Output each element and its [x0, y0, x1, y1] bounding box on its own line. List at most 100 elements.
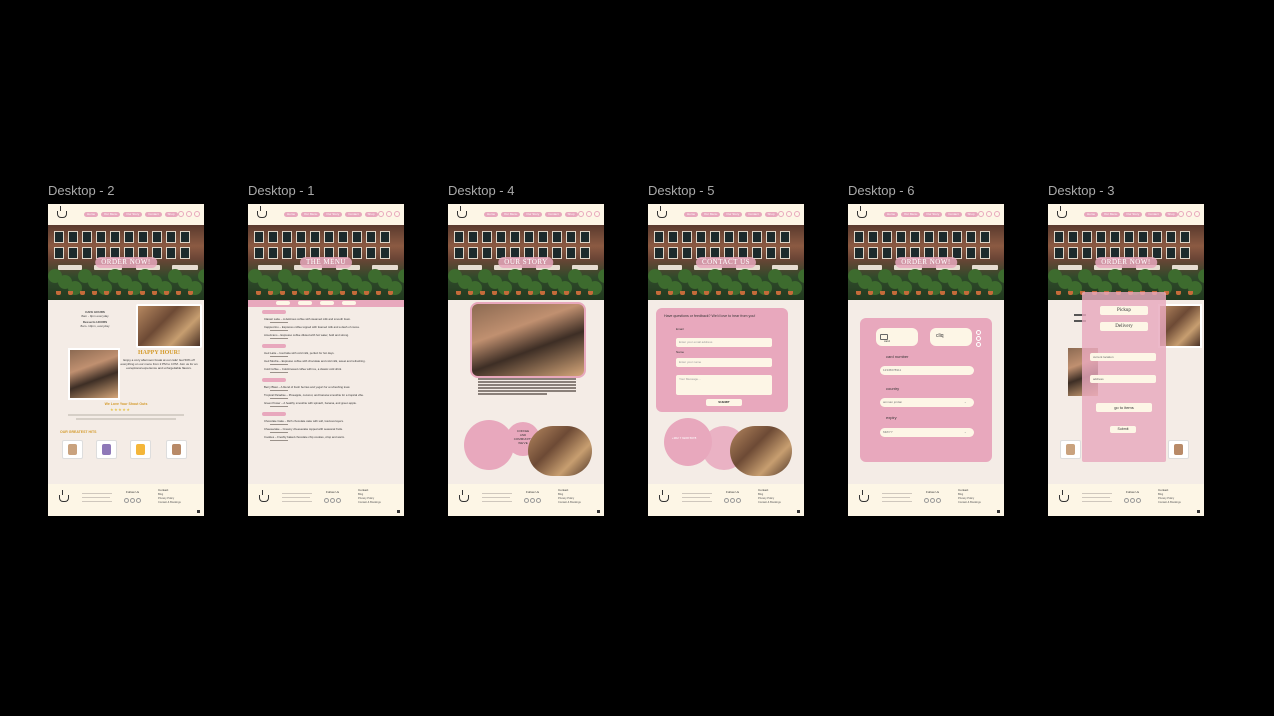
frame-label-desktop-1[interactable]: Desktop - 1 — [248, 183, 314, 198]
cafe-logo-icon[interactable] — [1054, 206, 1068, 222]
submit-button[interactable]: SUBMIT — [706, 399, 742, 406]
menu-tab[interactable] — [342, 301, 356, 305]
nav-pill-our-story[interactable]: Our Story — [523, 212, 543, 217]
menu-item[interactable]: Green Power – A healthy smoothie with sp… — [264, 401, 398, 405]
nav-pill-our-menu[interactable]: Our Menu — [1101, 212, 1121, 217]
footer-link-bookings[interactable]: Contact & Bookings — [1158, 501, 1181, 504]
hero-title[interactable]: ORDER NOW! — [95, 257, 157, 268]
footer-logo-icon[interactable] — [256, 490, 270, 504]
nav-pill-shop[interactable]: Shop — [1164, 212, 1178, 217]
nav-pill-contact[interactable]: Contact — [945, 212, 962, 217]
twitter-icon[interactable] — [336, 498, 341, 503]
product-card[interactable] — [62, 440, 83, 459]
frame-desktop-4[interactable]: Home Our Menu Our Story Contact Shop OUR STOR… — [448, 204, 604, 516]
frame-label-desktop-3[interactable]: Desktop - 3 — [1048, 183, 1114, 198]
scroll-top-icon[interactable] — [797, 510, 800, 513]
frame-desktop-6[interactable]: Home Our Menu Our Story Contact Shop ORDER NO… — [848, 204, 1004, 516]
footer-link-privacy[interactable]: Privacy Policy — [758, 497, 774, 500]
menu-tab[interactable] — [320, 301, 334, 305]
product-card[interactable] — [1060, 440, 1081, 459]
footer-link-blog[interactable]: Blog — [158, 493, 163, 496]
nav-pill-our-menu[interactable]: Our Menu — [301, 212, 321, 217]
user-icon[interactable] — [1194, 211, 1200, 217]
nav-pill-our-menu[interactable]: Our Menu — [101, 212, 121, 217]
scroll-top-icon[interactable] — [1197, 510, 1200, 513]
nav-pill-shop[interactable]: Shop — [164, 212, 178, 217]
facebook-icon[interactable] — [124, 498, 129, 503]
nav-pill-home[interactable]: Home — [284, 212, 299, 217]
menu-tab[interactable] — [276, 301, 290, 305]
go-to-items-button[interactable]: go to items — [1096, 403, 1152, 412]
nav-pill-our-story[interactable]: Our Story — [323, 212, 343, 217]
nav-pill-contact[interactable]: Contact — [345, 212, 362, 217]
facebook-icon[interactable] — [1124, 498, 1129, 503]
instagram-icon[interactable] — [330, 498, 335, 503]
nav-pill-shop[interactable]: Shop — [364, 212, 378, 217]
hero-title[interactable]: OUR STORY — [498, 257, 554, 268]
hero-title[interactable]: CONTACT US — [695, 257, 757, 268]
footer-link-privacy[interactable]: Privacy Policy — [558, 497, 574, 500]
nav-pill-our-menu[interactable]: Our Menu — [501, 212, 521, 217]
footer-link-privacy[interactable]: Privacy Policy — [358, 497, 374, 500]
menu-item[interactable]: Chocolate Cake – Rich chocolate cake wit… — [264, 419, 398, 423]
menu-item[interactable]: Berry Blast – A blend of fresh berries a… — [264, 385, 398, 389]
pay-cliq-option[interactable]: cliq — [930, 328, 972, 346]
search-icon[interactable] — [1178, 211, 1184, 217]
twitter-icon[interactable] — [136, 498, 141, 503]
footer-link-privacy[interactable]: Privacy Policy — [158, 497, 174, 500]
nav-pill-contact[interactable]: Contact — [745, 212, 762, 217]
product-card[interactable] — [96, 440, 117, 459]
footer-link-bookings[interactable]: Contact & Bookings — [358, 501, 381, 504]
user-icon[interactable] — [194, 211, 200, 217]
cafe-logo-icon[interactable] — [454, 206, 468, 222]
frame-label-desktop-6[interactable]: Desktop - 6 — [848, 183, 914, 198]
menu-item[interactable]: Cold Coffee – Cold-brewed coffee with ic… — [264, 367, 398, 371]
pay-card-option[interactable]: card — [876, 328, 918, 346]
twitter-icon[interactable] — [936, 498, 941, 503]
nav-pill-home[interactable]: Home — [684, 212, 699, 217]
footer-link-blog[interactable]: Blog — [358, 493, 363, 496]
address-input[interactable]: address — [1090, 375, 1156, 383]
nav-pill-our-story[interactable]: Our Story — [123, 212, 143, 217]
frame-desktop-2[interactable]: Home Our Menu Our Story Contact Shop ORDER NO… — [48, 204, 204, 516]
cart-icon[interactable] — [186, 211, 192, 217]
instagram-icon[interactable] — [930, 498, 935, 503]
scroll-top-icon[interactable] — [397, 510, 400, 513]
search-icon[interactable] — [778, 211, 784, 217]
scroll-top-icon[interactable] — [597, 510, 600, 513]
menu-item[interactable]: Cookies – Freshly baked chocolate chip c… — [264, 435, 398, 439]
cart-icon[interactable] — [986, 211, 992, 217]
cafe-logo-icon[interactable] — [654, 206, 668, 222]
nav-pill-home[interactable]: Home — [84, 212, 99, 217]
frame-label-desktop-2[interactable]: Desktop - 2 — [48, 183, 114, 198]
nav-pill-our-menu[interactable]: Our Menu — [701, 212, 721, 217]
frame-label-desktop-5[interactable]: Desktop - 5 — [648, 183, 714, 198]
footer-link-blog[interactable]: Blog — [558, 493, 563, 496]
hero-title[interactable]: THE MENU — [300, 257, 352, 268]
facebook-icon[interactable] — [524, 498, 529, 503]
twitter-icon[interactable] — [736, 498, 741, 503]
frame-desktop-5[interactable]: Home Our Menu Our Story Contact Shop CONTACT … — [648, 204, 804, 516]
menu-item[interactable]: Iced Latte – Iced latte with cold milk, … — [264, 351, 398, 355]
nav-pill-home[interactable]: Home — [884, 212, 899, 217]
cart-icon[interactable] — [386, 211, 392, 217]
current-location-input[interactable]: current location — [1090, 353, 1156, 361]
menu-item[interactable]: Cheesecake – Creamy cheesecake topped wi… — [264, 427, 398, 431]
footer-link-bookings[interactable]: Contact & Bookings — [158, 501, 181, 504]
footer-link-blog[interactable]: Blog — [958, 493, 963, 496]
product-card[interactable] — [1168, 440, 1189, 459]
cafe-logo-icon[interactable] — [54, 206, 68, 222]
facebook-icon[interactable] — [724, 498, 729, 503]
nav-pill-shop[interactable]: Shop — [764, 212, 778, 217]
footer-link-blog[interactable]: Blog — [1158, 493, 1163, 496]
nav-pill-home[interactable]: Home — [1084, 212, 1099, 217]
facebook-icon[interactable] — [324, 498, 329, 503]
modal-submit-button[interactable]: Submit — [1110, 426, 1136, 433]
footer-logo-icon[interactable] — [856, 490, 870, 504]
cart-icon[interactable] — [786, 211, 792, 217]
user-icon[interactable] — [594, 211, 600, 217]
nav-pill-shop[interactable]: Shop — [964, 212, 978, 217]
menu-item[interactable]: Iced Mocha – Espresso coffee with chocol… — [264, 359, 398, 363]
footer-link-bookings[interactable]: Contact & Bookings — [758, 501, 781, 504]
menu-item[interactable]: Americano – Espresso coffee diluted with… — [264, 333, 398, 337]
